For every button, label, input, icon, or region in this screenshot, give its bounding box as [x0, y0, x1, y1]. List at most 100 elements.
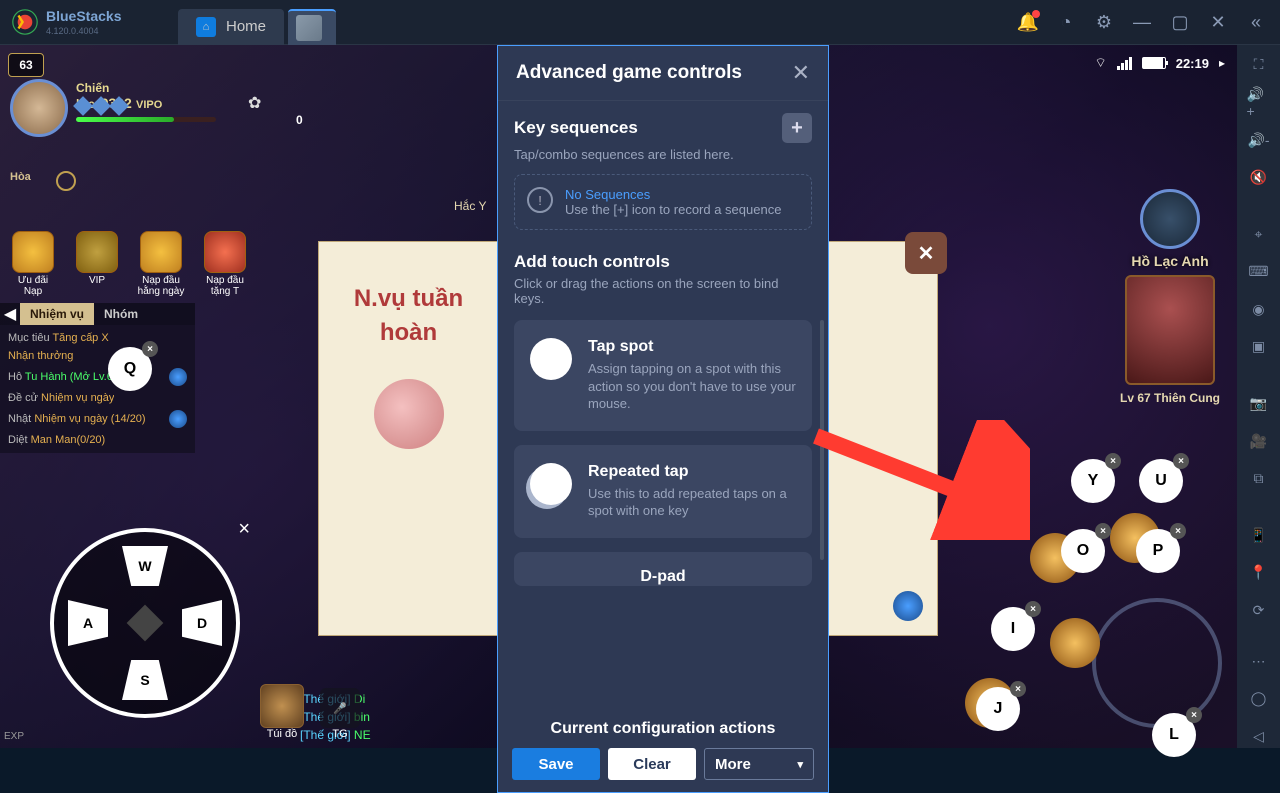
key-remove-icon[interactable]: ×	[1095, 523, 1111, 539]
quest-tab-2[interactable]: Nhóm	[94, 303, 148, 325]
key-overlay-i[interactable]: I×	[991, 607, 1035, 651]
dpad-overlay[interactable]: × W A D S	[50, 528, 240, 718]
titlebar-right: 🔔 ◔ ⚙ — ▢ ✕ «	[1018, 12, 1280, 32]
main-skill-ring[interactable]	[1092, 598, 1222, 728]
key-overlay-p[interactable]: P×	[1136, 529, 1180, 573]
lotus-icon[interactable]: ✿	[248, 93, 288, 133]
volume-up-icon[interactable]: 🔊+	[1247, 90, 1271, 114]
add-sequence-button[interactable]: +	[782, 113, 812, 143]
screenshot-icon[interactable]: 📷	[1247, 392, 1271, 415]
keymap-icon[interactable]: ⌖	[1247, 223, 1271, 246]
key-remove-icon[interactable]: ×	[1170, 523, 1186, 539]
record-icon[interactable]: 🎥	[1247, 429, 1271, 452]
toggle-icon[interactable]: ◉	[1247, 298, 1271, 321]
exp-label: EXP	[4, 731, 24, 742]
battery-icon	[1142, 57, 1166, 69]
tab-game[interactable]	[288, 9, 336, 45]
install-apk-icon[interactable]: ▣	[1247, 335, 1271, 358]
copy-icon[interactable]: ⧉	[1247, 467, 1271, 490]
shortcut-napdau2[interactable]: Nạp đầu tặng T	[200, 231, 250, 297]
paper-title: N.vụ tuần hoàn	[331, 282, 486, 349]
boss-emblem-icon[interactable]	[1140, 189, 1200, 249]
shake-icon[interactable]: 📱	[1247, 524, 1271, 547]
key-remove-icon[interactable]: ×	[142, 341, 158, 357]
shortcut-napdau[interactable]: Nạp đầu hằng ngày	[136, 231, 186, 297]
boss-portrait[interactable]	[1125, 275, 1215, 385]
tab-label: Home	[226, 18, 266, 35]
back-icon[interactable]: ◯	[1247, 687, 1271, 710]
key-remove-icon[interactable]: ×	[1173, 453, 1189, 469]
player-avatar[interactable]	[10, 79, 68, 137]
key-remove-icon[interactable]: ×	[1105, 453, 1121, 469]
key-remove-icon[interactable]: ×	[1010, 681, 1026, 697]
compass-icon[interactable]	[56, 171, 76, 191]
location-icon[interactable]: 📍	[1247, 561, 1271, 584]
more-button[interactable]: More▾	[704, 748, 814, 780]
paper-close-button[interactable]: ✕	[905, 232, 947, 274]
signal-icon	[1117, 57, 1132, 70]
quest-row[interactable]: Hỗ Tu Hành (Mở Lv.65)	[8, 365, 187, 389]
maximize-icon[interactable]: ▢	[1170, 12, 1190, 32]
dpad-card[interactable]: D-pad	[514, 552, 812, 586]
card-desc: Use this to add repeated taps on a spot …	[588, 485, 796, 520]
tap-spot-card[interactable]: Tap spot Assign tapping on a spot with t…	[514, 320, 812, 431]
keyboard-icon[interactable]: ⌨	[1247, 260, 1271, 283]
player-hud: 63 Chiến lực9392 VIPO	[8, 53, 44, 77]
expand-icon[interactable]: ▸	[1219, 56, 1225, 70]
no-sequences-text: Use the [+] icon to record a sequence	[565, 202, 781, 217]
quest-row[interactable]: Đề cử Nhiệm vụ ngày	[8, 389, 187, 407]
rotate-icon[interactable]: ⟳	[1247, 599, 1271, 622]
key-overlay-j[interactable]: J×	[976, 687, 1020, 731]
key-overlay-y[interactable]: Y×	[1071, 459, 1115, 503]
shortcut-vip[interactable]: VIP	[72, 231, 122, 297]
quest-row[interactable]: Mục tiêu Tăng cấp X	[8, 329, 187, 347]
settings-icon[interactable]: ⚙	[1094, 12, 1114, 32]
modal-title: Advanced game controls	[516, 62, 742, 84]
dpad-down[interactable]: S	[122, 660, 168, 700]
minimize-icon[interactable]: —	[1132, 12, 1152, 32]
card-title: D-pad	[640, 568, 685, 586]
close-window-icon[interactable]: ✕	[1208, 12, 1228, 32]
account-icon[interactable]: ◔	[1056, 12, 1076, 32]
advanced-controls-modal: Advanced game controls ✕ Key sequences +…	[497, 45, 829, 793]
skill-slot-icon[interactable]	[1050, 618, 1100, 668]
save-button[interactable]: Save	[512, 748, 600, 780]
mute-icon[interactable]: 🔇	[1247, 166, 1271, 189]
tab-home[interactable]: ⌂ Home	[178, 9, 284, 45]
repeated-tap-card[interactable]: Repeated tap Use this to add repeated ta…	[514, 445, 812, 538]
no-sequences-link[interactable]: No Sequences	[565, 187, 781, 202]
dpad-left[interactable]: A	[68, 600, 108, 646]
key-remove-icon[interactable]: ×	[1025, 601, 1041, 617]
clock: 22:19	[1176, 56, 1209, 71]
touch-controls-subtitle: Click or drag the actions on the screen …	[514, 276, 812, 306]
voice-button[interactable]: 🎤 TG	[320, 688, 360, 740]
quest-row[interactable]: Diệt Man Man(0/20)	[8, 431, 187, 449]
key-remove-icon[interactable]: ×	[1186, 707, 1202, 723]
more-icon[interactable]: ⋯	[1247, 650, 1271, 673]
key-overlay-q[interactable]: Q×	[108, 347, 152, 391]
clear-button[interactable]: Clear	[608, 748, 696, 780]
dpad-right[interactable]: D	[182, 600, 222, 646]
key-overlay-o[interactable]: O×	[1061, 529, 1105, 573]
game-tab-icon	[296, 15, 322, 41]
key-overlay-u[interactable]: U×	[1139, 459, 1183, 503]
home-icon[interactable]: ◁	[1247, 725, 1271, 748]
shortcut-uudai[interactable]: Ưu đãi Nạp	[8, 231, 58, 297]
notifications-icon[interactable]: 🔔	[1018, 12, 1038, 32]
quest-row[interactable]: Nhật Nhiệm vụ ngày (14/20)	[8, 407, 187, 431]
modal-close-icon[interactable]: ✕	[792, 60, 810, 86]
inventory-button[interactable]: Túi đồ	[260, 684, 304, 740]
volume-down-icon[interactable]: 🔊-	[1247, 128, 1271, 151]
collapse-sidebar-icon[interactable]: «	[1246, 12, 1266, 32]
paper-swirl-icon[interactable]	[893, 591, 923, 621]
home-tab-icon: ⌂	[196, 17, 216, 37]
key-overlay-l[interactable]: L×	[1152, 713, 1196, 757]
dpad-up[interactable]: W	[122, 546, 168, 586]
quest-tab-1[interactable]: Nhiệm vụ	[20, 303, 94, 325]
dpad-close-icon[interactable]: ×	[238, 518, 250, 541]
fullscreen-icon[interactable]: ⛶	[1247, 53, 1271, 76]
quest-collapse-icon[interactable]: ◀	[0, 304, 20, 324]
no-sequences-box: ! No Sequences Use the [+] icon to recor…	[514, 174, 812, 230]
level-badge[interactable]: 63	[8, 53, 44, 77]
quest-row[interactable]: Nhận thưởng	[8, 347, 187, 365]
